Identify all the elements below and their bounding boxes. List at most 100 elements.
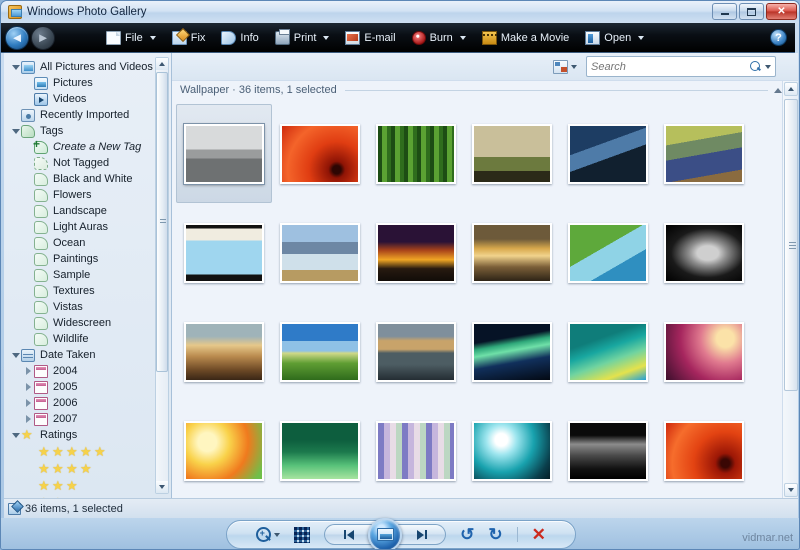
thumbnail-image-green-aurora-field[interactable] xyxy=(280,420,360,481)
sidebar-item-not-tagged[interactable]: Not Tagged xyxy=(10,155,169,171)
thumbnail-image-leaf-bw-black[interactable] xyxy=(664,222,744,283)
thumbnail-cell[interactable] xyxy=(368,203,464,302)
sidebar-item-ratings[interactable]: ★ Ratings xyxy=(10,427,169,443)
thumbnail-cell[interactable] xyxy=(656,203,752,302)
thumbnail-cell[interactable] xyxy=(656,104,752,203)
gallery-scrollbar[interactable] xyxy=(782,81,798,498)
sidebar-item-sample[interactable]: Sample xyxy=(10,267,169,283)
search-icon[interactable] xyxy=(749,60,762,73)
sidebar-item-2005[interactable]: 2005 xyxy=(10,379,169,395)
thumbnail-cell[interactable] xyxy=(176,302,272,401)
thumbnail-cell[interactable] xyxy=(176,203,272,302)
thumbnail-cell[interactable] xyxy=(368,401,464,498)
thumbnail-image-palm-frond-beach[interactable] xyxy=(568,222,648,283)
toolbar-e-mail-button[interactable]: E-mail xyxy=(338,28,402,48)
sidebar-item-all-pictures-and-videos[interactable]: All Pictures and Videos xyxy=(10,59,169,75)
thumbnail-cell[interactable] xyxy=(560,104,656,203)
help-button[interactable]: ? xyxy=(770,29,787,46)
previous-button[interactable] xyxy=(324,524,373,545)
sidebar-item-light-auras[interactable]: Light Auras xyxy=(10,219,169,235)
sidebar-item-widescreen[interactable]: Widescreen xyxy=(10,315,169,331)
search-input[interactable] xyxy=(591,60,749,73)
thumbnails-button[interactable] xyxy=(294,526,311,543)
toolbar-fix-button[interactable]: Fix xyxy=(165,28,213,48)
twisty-collapsed[interactable] xyxy=(23,415,34,423)
thumbnail-cell[interactable] xyxy=(656,401,752,498)
sidebar-item-2004[interactable]: 2004 xyxy=(10,363,169,379)
sidebar-item-vistas[interactable]: Vistas xyxy=(10,299,169,315)
sidebar-item-2006[interactable]: 2006 xyxy=(10,395,169,411)
toolbar-file-button[interactable]: File xyxy=(99,28,163,48)
thumbnail-cell[interactable] xyxy=(560,401,656,498)
sidebar-item-textures[interactable]: Textures xyxy=(10,283,169,299)
thumbnail-cell[interactable] xyxy=(656,302,752,401)
toolbar-burn-button[interactable]: Burn xyxy=(405,28,473,48)
title-bar[interactable]: Windows Photo Gallery ✕ xyxy=(1,1,799,23)
next-button[interactable] xyxy=(398,524,447,545)
thumbnail-image-city-night-bw[interactable] xyxy=(568,420,648,481)
thumbnail-image-aurora-valley[interactable] xyxy=(472,321,552,382)
rotate-ccw-button[interactable]: ↺ xyxy=(460,526,474,543)
thumbnail-image-aurora-abstract[interactable] xyxy=(568,321,648,382)
sidebar-item-paintings[interactable]: Paintings xyxy=(10,251,169,267)
sidebar-item-ocean[interactable]: Ocean xyxy=(10,235,169,251)
thumbnail-cell[interactable] xyxy=(272,302,368,401)
thumbnail-image-pier-bench-bw[interactable] xyxy=(184,123,264,184)
thumbnail-image-green-meadow-sky[interactable] xyxy=(280,321,360,382)
sidebar-item-2007[interactable]: 2007 xyxy=(10,411,169,427)
collapse-group-icon[interactable] xyxy=(774,87,782,93)
back-button[interactable]: ◄ xyxy=(5,25,29,50)
sidebar-item-black-and-white[interactable]: Black and White xyxy=(10,171,169,187)
rating-filter-5-star[interactable]: ★ ★ ★ ★ ★ xyxy=(10,443,169,460)
thumbnail-cell[interactable] xyxy=(272,104,368,203)
thumbnail-cell[interactable] xyxy=(464,302,560,401)
thumbnail-cell[interactable] xyxy=(176,104,272,203)
thumbnail-image-van-gogh-irises[interactable] xyxy=(664,123,744,184)
sidebar-item-pictures[interactable]: Pictures xyxy=(10,75,169,91)
thumbnail-image-red-gerbera-2[interactable] xyxy=(664,420,744,481)
thumbnail-cell[interactable] xyxy=(464,401,560,498)
thumbnail-image-wheat-field-sunrise[interactable] xyxy=(184,321,264,382)
sidebar-scroll-up-button[interactable] xyxy=(156,58,168,70)
thumbnail-cell[interactable] xyxy=(560,302,656,401)
thumbnail-cell[interactable] xyxy=(464,104,560,203)
gallery-scroll-down-button[interactable] xyxy=(784,483,798,497)
sidebar-scroll-thumb[interactable] xyxy=(156,72,168,372)
thumbnail-image-teal-burst[interactable] xyxy=(472,420,552,481)
play-slideshow-button[interactable] xyxy=(368,517,403,549)
thumbnail-image-mountain-lake-rocks[interactable] xyxy=(376,321,456,382)
sidebar-item-flowers[interactable]: Flowers xyxy=(10,187,169,203)
thumbnail-image-bridge-underside[interactable] xyxy=(568,123,648,184)
toolbar-open-button[interactable]: Open xyxy=(578,28,651,48)
maximize-button[interactable] xyxy=(739,3,764,20)
sidebar-scroll-down-button[interactable] xyxy=(156,481,168,493)
thumbnail-image-pastel-stripes[interactable] xyxy=(376,420,456,481)
thumbnail-image-red-gerbera[interactable] xyxy=(280,123,360,184)
sidebar-item-videos[interactable]: Videos xyxy=(10,91,169,107)
gallery-scroll-up-button[interactable] xyxy=(784,82,798,96)
forward-button[interactable]: ► xyxy=(31,25,55,50)
rating-filter-3-star[interactable]: ★ ★ ★ xyxy=(10,477,169,494)
rotate-cw-button[interactable]: ↻ xyxy=(488,526,502,543)
sidebar-item-recently-imported[interactable]: Recently Imported xyxy=(10,107,169,123)
sidebar-item-wildlife[interactable]: Wildlife xyxy=(10,331,169,347)
thumbnail-cell[interactable] xyxy=(464,203,560,302)
thumbnail-image-orange-circles[interactable] xyxy=(184,420,264,481)
toolbar-print-button[interactable]: Print xyxy=(268,28,337,48)
thumbnail-cell[interactable] xyxy=(272,401,368,498)
thumbnail-cell[interactable] xyxy=(560,203,656,302)
thumbnail-cell[interactable] xyxy=(272,203,368,302)
thumbnail-image-fish-illustration[interactable] xyxy=(184,222,264,283)
thumbnail-image-desert-sunset[interactable] xyxy=(376,222,456,283)
rating-filter-4-star[interactable]: ★ ★ ★ ★ xyxy=(10,460,169,477)
view-mode-button[interactable] xyxy=(550,57,580,77)
twisty-expanded[interactable] xyxy=(10,128,21,134)
thumbnail-image-magenta-glow[interactable] xyxy=(664,321,744,382)
thumbnail-image-golden-coast-rocks[interactable] xyxy=(472,222,552,283)
sidebar-item-date-taken[interactable]: Date Taken xyxy=(10,347,169,363)
thumbnail-cell[interactable] xyxy=(176,401,272,498)
thumbnail-image-li-river-karst[interactable] xyxy=(280,222,360,283)
thumbnail-image-green-bamboo[interactable] xyxy=(376,123,456,184)
thumbnail-cell[interactable] xyxy=(368,104,464,203)
thumbnail-image-seurat-painting[interactable] xyxy=(472,123,552,184)
